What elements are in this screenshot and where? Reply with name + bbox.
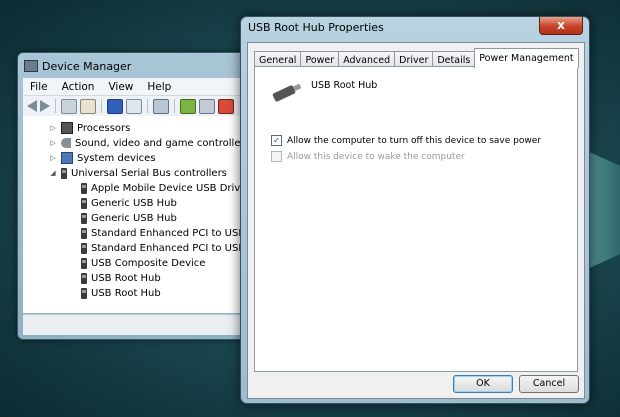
tree-node-label: Generic USB Hub [91,197,177,209]
disable-device-icon[interactable] [199,98,215,114]
ok-button[interactable]: OK [453,375,513,393]
device-manager-icon [24,60,38,72]
usb-device-icon [272,84,296,103]
tab-power-management[interactable]: Power Management [474,48,579,68]
tree-node-label: Standard Enhanced PCI to USB Ho [91,227,263,239]
tree-node[interactable]: Standard Enhanced PCI to USB Ho [81,241,262,255]
tree-node-label: Generic USB Hub [91,212,177,224]
tree-node-label: Universal Serial Bus controllers [71,167,227,179]
cancel-button[interactable]: Cancel [519,375,579,393]
expand-icon[interactable]: ▷ [49,124,57,132]
forward-arrow-icon[interactable] [40,100,50,112]
tree-node-expanded[interactable]: ◢ Universal Serial Bus controllers [49,166,227,180]
speaker-icon [61,138,71,148]
close-button[interactable]: x [539,17,583,35]
tree-node-label: Standard Enhanced PCI to USB Ho [91,242,263,254]
back-arrow-icon[interactable] [27,100,37,112]
desktop-decoration [585,150,620,270]
allow-wake-label: Allow this device to wake the computer [287,151,465,162]
menu-action[interactable]: Action [55,81,102,93]
usb-icon [81,182,87,194]
allow-wake-checkbox [271,151,282,162]
tree-node[interactable]: ▷ Processors [49,121,130,135]
device-manager-titlebar: Device Manager [24,58,131,74]
usb-icon [81,287,87,299]
tree-node[interactable]: Standard Enhanced PCI to USB Ho [81,226,262,240]
toolbar-separator [147,99,148,113]
scan-hardware-icon[interactable] [153,98,169,114]
dialog-body: General Power Advanced Driver Details Po… [247,42,585,399]
usb-icon [81,242,87,254]
expand-icon[interactable]: ▷ [49,139,57,147]
allow-power-off-checkbox[interactable]: ✓ [271,135,282,146]
tree-node[interactable]: ▷ Sound, video and game controllers [49,136,250,150]
properties-dialog: USB Root Hub Properties x General Power … [240,16,590,404]
device-manager-title: Device Manager [42,59,132,73]
tab-strip: General Power Advanced Driver Details Po… [254,48,579,68]
tree-node[interactable]: USB Composite Device [81,256,205,270]
tree-node[interactable]: USB Root Hub [81,271,161,285]
show-hide-tree-icon[interactable] [61,98,77,114]
system-devices-icon [61,152,73,164]
tree-node[interactable]: USB Root Hub [81,286,161,300]
tree-node-label: USB Root Hub [91,287,161,299]
tree-node-label: Apple Mobile Device USB Driver [91,182,251,194]
processor-icon [61,122,73,134]
usb-icon [81,272,87,284]
menu-view[interactable]: View [101,81,140,93]
allow-wake-option: Allow this device to wake the computer [271,151,465,162]
expand-icon[interactable]: ▷ [49,154,57,162]
tree-node[interactable]: ▷ System devices [49,151,156,165]
tree-node-label: Sound, video and game controllers [75,137,250,149]
usb-icon [81,197,87,209]
device-name: USB Root Hub [311,80,378,91]
allow-power-off-label[interactable]: Allow the computer to turn off this devi… [287,136,541,146]
tree-node[interactable]: Apple Mobile Device USB Driver [81,181,250,195]
usb-icon [61,167,67,179]
allow-power-off-option[interactable]: ✓ Allow the computer to turn off this de… [271,135,541,146]
menu-help[interactable]: Help [140,81,178,93]
uninstall-icon[interactable] [218,98,234,114]
dialog-title: USB Root Hub Properties [248,21,384,34]
collapse-icon[interactable]: ◢ [49,169,57,177]
tree-node-label: USB Root Hub [91,272,161,284]
properties-icon[interactable] [80,98,96,114]
toolbar-separator [55,99,56,113]
tree-node[interactable]: Generic USB Hub [81,211,177,225]
usb-icon [81,257,87,269]
help-icon[interactable] [107,98,123,114]
tree-node-label: System devices [77,152,156,164]
tree-node-label: Processors [77,122,131,134]
update-driver-icon[interactable] [180,98,196,114]
toolbar-separator [174,99,175,113]
power-management-panel: USB Root Hub ✓ Allow the computer to tur… [254,66,578,372]
menu-file[interactable]: File [23,81,55,93]
toolbar-separator [101,99,102,113]
usb-icon [81,227,87,239]
tree-node[interactable]: Generic USB Hub [81,196,177,210]
view-icon[interactable] [126,98,142,114]
usb-icon [81,212,87,224]
tree-node-label: USB Composite Device [91,257,206,269]
